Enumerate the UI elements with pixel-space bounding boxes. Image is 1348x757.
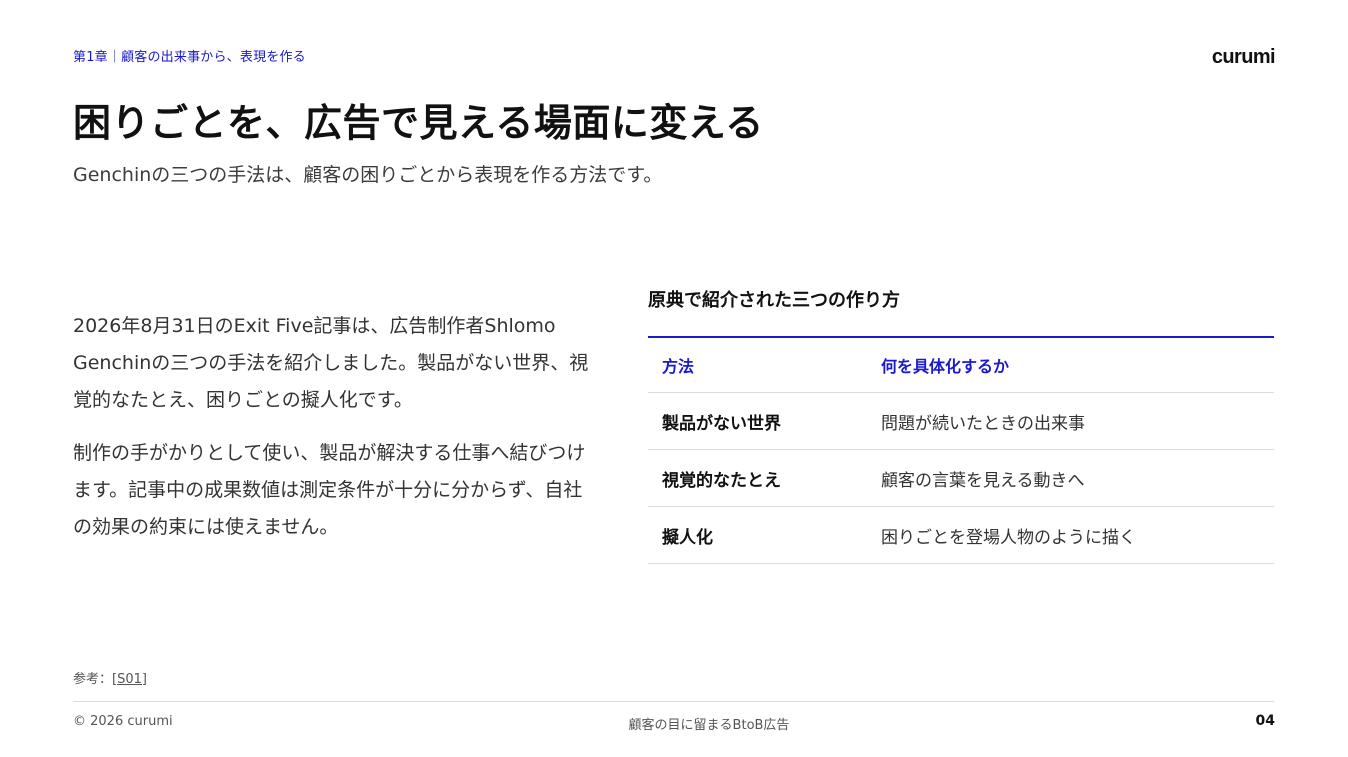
method-cell: 製品がない世界	[648, 392, 867, 450]
method-cell: 視覚的なたとえ	[648, 449, 867, 507]
reference-link[interactable]: [S01]	[112, 672, 147, 687]
description-cell: 困りごとを登場人物のように描く	[867, 506, 1274, 564]
table-row: 視覚的なたとえ 顧客の言葉を見える動きへ	[648, 449, 1274, 507]
table-row: 製品がない世界 問題が続いたときの出来事	[648, 392, 1274, 450]
page-title: 困りごとを、広告で見える場面に変える	[73, 101, 764, 145]
page-number: 04	[1255, 713, 1275, 729]
body-paragraph: 2026年8月31日のExit Five記事は、広告制作者Shlomo Genc…	[73, 315, 589, 411]
methods-table: 方法 何を具体化するか 製品がない世界 問題が続いたときの出来事 視覚的なたとえ…	[648, 336, 1274, 564]
method-cell: 擬人化	[648, 506, 867, 564]
slide: 第1章｜顧客の出来事から、表現を作る curumi 困りごとを、広告で見える場面…	[0, 0, 1348, 757]
chapter-label: 第1章｜顧客の出来事から、表現を作る	[73, 50, 306, 65]
page-subtitle: Genchinの三つの手法は、顧客の困りごとから表現を作る方法です。	[73, 164, 663, 186]
brand-logo: curumi	[1211, 46, 1276, 68]
column-header-method: 方法	[648, 337, 867, 393]
description-cell: 顧客の言葉を見える動きへ	[867, 449, 1274, 507]
methods-table-block: 原典で紹介された三つの作り方 方法 何を具体化するか 製品がない世界 問題が続い…	[648, 288, 1274, 564]
body-text: 2026年8月31日のExit Five記事は、広告制作者Shlomo Genc…	[73, 308, 598, 562]
table-header-row: 方法 何を具体化するか	[648, 337, 1274, 393]
reference-note: 参考：[S01]	[73, 668, 147, 687]
table-row: 擬人化 困りごとを登場人物のように描く	[648, 506, 1274, 564]
body-paragraph: 制作の手がかりとして使い、製品が解決する仕事へ結びつけます。記事中の成果数値は測…	[73, 442, 586, 538]
description-cell: 問題が続いたときの出来事	[867, 392, 1274, 450]
footer-deck-title: 顧客の目に留まるBtoB広告	[628, 718, 790, 733]
table-caption: 原典で紹介された三つの作り方	[648, 290, 900, 311]
reference-prefix: 参考：	[73, 672, 113, 687]
footer-divider	[73, 701, 1274, 702]
column-header-description: 何を具体化するか	[867, 337, 1274, 393]
